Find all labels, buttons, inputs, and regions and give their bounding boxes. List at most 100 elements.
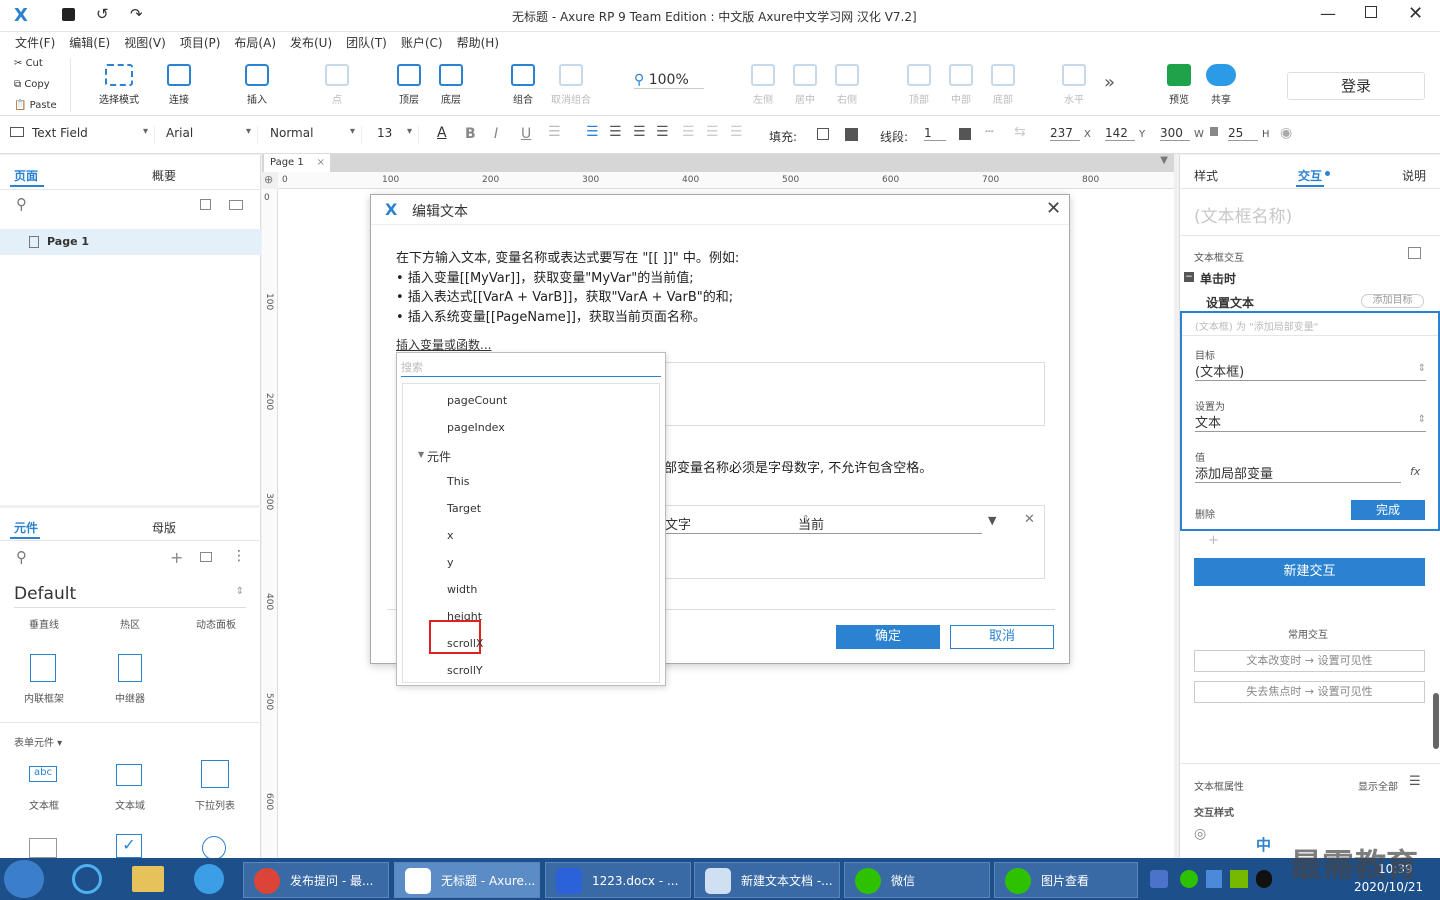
list-item[interactable]: width bbox=[447, 583, 477, 596]
list-item[interactable]: pageIndex bbox=[447, 421, 505, 434]
lock-icon[interactable] bbox=[1210, 127, 1218, 136]
form-widgets-section[interactable]: 表单元件 ▾ bbox=[14, 734, 62, 749]
share-button[interactable]: 共享 bbox=[1195, 64, 1247, 106]
menu-publish[interactable]: 发布(U) bbox=[283, 32, 339, 54]
list-item[interactable]: Target bbox=[447, 502, 481, 515]
point-button[interactable]: 点 bbox=[311, 64, 363, 106]
ruler-origin-icon[interactable]: ⊕ bbox=[264, 173, 273, 186]
function-icon[interactable]: fx bbox=[1410, 465, 1420, 478]
list-item[interactable]: This bbox=[447, 475, 469, 488]
menu-file[interactable]: 文件(F) bbox=[8, 32, 62, 54]
browser-icon[interactable] bbox=[194, 864, 224, 894]
start-button[interactable] bbox=[4, 860, 44, 898]
expand-panel-icon[interactable] bbox=[1408, 247, 1421, 259]
copy-button[interactable]: ⧉ Copy bbox=[14, 79, 50, 90]
page-item[interactable]: Page 1 bbox=[0, 229, 261, 255]
collapse-icon[interactable]: − bbox=[1184, 272, 1194, 282]
align-right-button[interactable]: 右侧 bbox=[821, 64, 873, 106]
cut-button[interactable]: ✂ Cut bbox=[14, 58, 43, 69]
tray-wechat-icon[interactable] bbox=[1180, 870, 1198, 888]
menu-arrange[interactable]: 布局(A) bbox=[227, 32, 283, 54]
paste-button[interactable]: 📋 Paste bbox=[14, 100, 57, 111]
font-style-select[interactable]: Normal bbox=[270, 126, 362, 144]
menu-team[interactable]: 团队(T) bbox=[339, 32, 394, 54]
select-mode-button[interactable]: 选择模式 bbox=[92, 64, 146, 106]
tab-widgets[interactable]: 元件 bbox=[14, 519, 38, 536]
menu-edit[interactable]: 编辑(E) bbox=[62, 32, 117, 54]
common-interaction-2[interactable]: 失去焦点时 → 设置可见性 bbox=[1194, 681, 1425, 703]
taskbar-image-viewer[interactable]: 图片查看 bbox=[994, 862, 1138, 898]
add-action-icon[interactable]: + bbox=[1208, 533, 1219, 548]
align-text-center-icon[interactable]: ☰ bbox=[609, 124, 622, 140]
tab-style[interactable]: 样式 bbox=[1194, 167, 1218, 184]
bold-icon[interactable]: B bbox=[465, 126, 476, 142]
widget-hotspot[interactable]: 热区 bbox=[120, 616, 140, 631]
align-bottom-button[interactable]: 底部 bbox=[977, 64, 1029, 106]
tray-nvidia-icon[interactable] bbox=[1230, 870, 1248, 888]
width-input[interactable]: 300 bbox=[1160, 126, 1190, 141]
stroke-style-icon[interactable]: ┄ bbox=[985, 124, 993, 140]
cancel-button[interactable]: 取消 bbox=[950, 625, 1054, 649]
list-icon[interactable]: ☰ bbox=[1409, 774, 1421, 789]
fill-color-swatch[interactable] bbox=[817, 128, 829, 140]
target-icon[interactable]: ◎ bbox=[1194, 826, 1206, 842]
new-interaction-button[interactable]: 新建交互 bbox=[1194, 558, 1425, 586]
widget-inline-frame[interactable]: 内联框架 bbox=[24, 690, 64, 705]
tab-notes[interactable]: 说明 bbox=[1402, 167, 1426, 184]
taskbar-notepad[interactable]: 新建文本文档 -... bbox=[694, 862, 840, 898]
add-target-button[interactable]: 添加目标 bbox=[1361, 294, 1424, 308]
distribute-horizontal-button[interactable]: 水平 bbox=[1048, 64, 1100, 106]
tray-shield-icon[interactable] bbox=[1206, 870, 1222, 888]
widget-vertical-line[interactable]: 垂直线 bbox=[29, 616, 59, 631]
shadow-icon[interactable] bbox=[845, 128, 858, 141]
ime-indicator[interactable]: 中 bbox=[1256, 834, 1271, 855]
tray-icon[interactable] bbox=[1150, 870, 1168, 888]
event-label[interactable]: 单击时 bbox=[1200, 270, 1236, 287]
font-family-select[interactable]: Arial bbox=[166, 126, 258, 144]
close-tab-icon[interactable]: × bbox=[317, 154, 325, 172]
connect-button[interactable]: 连接 bbox=[153, 64, 205, 106]
tab-interaction[interactable]: 交互 bbox=[1298, 167, 1322, 184]
taskbar-word[interactable]: 1223.docx - ... bbox=[545, 862, 691, 898]
stroke-color-swatch[interactable] bbox=[959, 128, 971, 140]
menu-project[interactable]: 项目(P) bbox=[173, 32, 228, 54]
done-button[interactable]: 完成 bbox=[1351, 500, 1425, 520]
italic-icon[interactable]: I bbox=[494, 126, 498, 142]
target-select[interactable]: (文本框) ⇕ bbox=[1195, 361, 1426, 381]
close-dialog-button[interactable]: ✕ bbox=[1046, 198, 1061, 219]
zoom-selector[interactable]: ⚲ 100% bbox=[634, 72, 704, 89]
font-size-select[interactable]: 13 bbox=[377, 126, 419, 144]
bullet-list-icon[interactable]: ☰ bbox=[548, 124, 561, 140]
arrow-style-icon[interactable]: ⇆ bbox=[1014, 124, 1026, 140]
valign-middle-icon[interactable]: ☰ bbox=[706, 124, 719, 140]
tab-masters[interactable]: 母版 bbox=[152, 519, 176, 536]
library-options-icon[interactable] bbox=[200, 552, 212, 562]
send-back-button[interactable]: 底层 bbox=[425, 64, 477, 106]
stroke-width-input[interactable]: 1 bbox=[924, 126, 946, 141]
visibility-eye-icon[interactable]: ◉ bbox=[1280, 125, 1292, 141]
y-input[interactable]: 142 bbox=[1105, 126, 1135, 141]
taskbar-wechat[interactable]: 微信 bbox=[844, 862, 990, 898]
search-icon[interactable]: ⚲ bbox=[16, 548, 27, 566]
close-window-button[interactable]: ✕ bbox=[1408, 3, 1423, 24]
more-tools-icon[interactable]: » bbox=[1104, 72, 1115, 93]
ok-button[interactable]: 确定 bbox=[836, 625, 940, 649]
height-input[interactable]: 25 bbox=[1228, 126, 1258, 141]
ie-icon[interactable] bbox=[72, 864, 102, 894]
align-text-right-icon[interactable]: ☰ bbox=[633, 124, 646, 140]
menu-account[interactable]: 账户(C) bbox=[394, 32, 450, 54]
redo-icon[interactable]: ↷ bbox=[130, 5, 143, 23]
list-item[interactable]: x bbox=[447, 529, 454, 542]
list-item[interactable]: scrollY bbox=[447, 664, 483, 677]
delete-button[interactable]: 删除 bbox=[1195, 506, 1215, 521]
add-folder-icon[interactable] bbox=[229, 200, 243, 210]
tab-pages[interactable]: 页面 bbox=[14, 167, 38, 184]
taskbar-chrome[interactable]: 发布提问 - 最... bbox=[243, 862, 389, 898]
maximize-button[interactable] bbox=[1365, 6, 1377, 18]
variable-value-select[interactable]: 当前 bbox=[798, 514, 982, 534]
list-item[interactable]: pageCount bbox=[447, 394, 507, 407]
action-label[interactable]: 设置文本 bbox=[1206, 294, 1254, 311]
chevron-down-icon[interactable]: ▼ bbox=[988, 514, 996, 527]
scrollbar-thumb[interactable] bbox=[1433, 693, 1439, 749]
widget-type-select[interactable]: Text Field bbox=[10, 126, 155, 144]
